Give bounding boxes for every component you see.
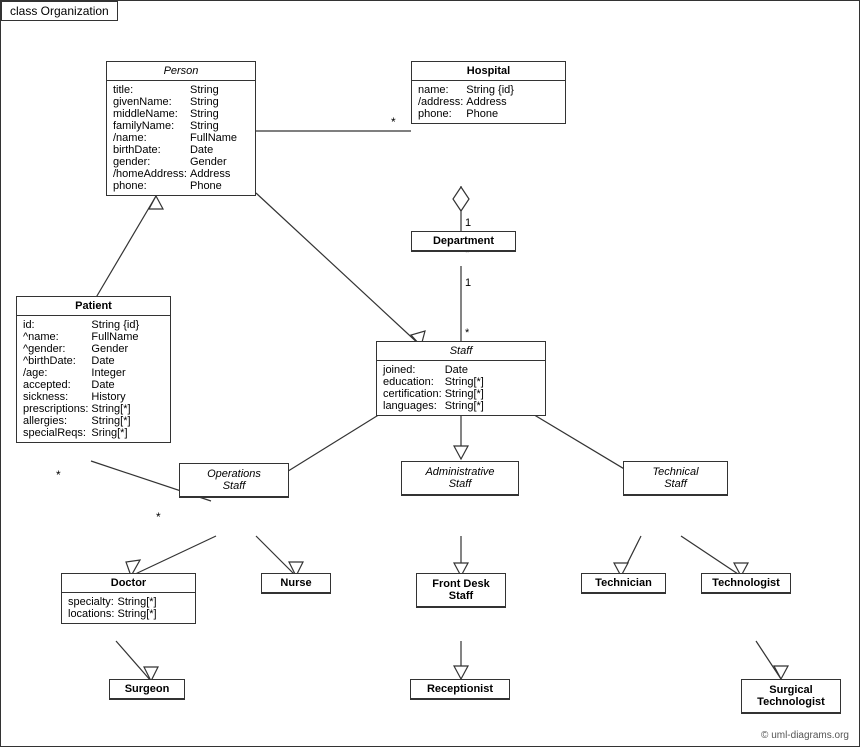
technologist-class: Technologist bbox=[701, 573, 791, 594]
technician-header: Technician bbox=[582, 574, 665, 593]
staff-body: joined:Date education:String[*] certific… bbox=[377, 361, 545, 415]
technician-class: Technician bbox=[581, 573, 666, 594]
technical-staff-class: TechnicalStaff bbox=[623, 461, 728, 496]
svg-text:*: * bbox=[391, 115, 396, 129]
svg-text:*: * bbox=[56, 468, 61, 482]
surgeon-class: Surgeon bbox=[109, 679, 185, 700]
front-desk-staff-header: Front DeskStaff bbox=[417, 574, 505, 607]
surgeon-header: Surgeon bbox=[110, 680, 184, 699]
hospital-class: Hospital name:String {id} /address:Addre… bbox=[411, 61, 566, 124]
staff-class: Staff joined:Date education:String[*] ce… bbox=[376, 341, 546, 416]
patient-class: Patient id:String {id} ^name:FullName ^g… bbox=[16, 296, 171, 443]
diagram-container: class Organization * * 1 * 1 * * * bbox=[0, 0, 860, 747]
svg-text:*: * bbox=[465, 327, 470, 339]
technologist-header: Technologist bbox=[702, 574, 790, 593]
svg-text:*: * bbox=[156, 510, 161, 524]
department-class: Department bbox=[411, 231, 516, 252]
copyright: © uml-diagrams.org bbox=[761, 730, 849, 741]
person-body: title:String givenName:String middleName… bbox=[107, 81, 255, 195]
doctor-class: Doctor specialty:String[*] locations:Str… bbox=[61, 573, 196, 624]
operations-staff-header: OperationsStaff bbox=[180, 464, 288, 497]
doctor-body: specialty:String[*] locations:String[*] bbox=[62, 593, 195, 623]
person-header: Person bbox=[107, 62, 255, 81]
nurse-header: Nurse bbox=[262, 574, 330, 593]
administrative-staff-class: AdministrativeStaff bbox=[401, 461, 519, 496]
operations-staff-class: OperationsStaff bbox=[179, 463, 289, 498]
department-header: Department bbox=[412, 232, 515, 251]
administrative-staff-header: AdministrativeStaff bbox=[402, 462, 518, 495]
doctor-header: Doctor bbox=[62, 574, 195, 593]
staff-header: Staff bbox=[377, 342, 545, 361]
person-class: Person title:String givenName:String mid… bbox=[106, 61, 256, 196]
patient-header: Patient bbox=[17, 297, 170, 316]
surgical-technologist-class: SurgicalTechnologist bbox=[741, 679, 841, 714]
receptionist-class: Receptionist bbox=[410, 679, 510, 700]
patient-body: id:String {id} ^name:FullName ^gender:Ge… bbox=[17, 316, 170, 442]
hospital-body: name:String {id} /address:Address phone:… bbox=[412, 81, 565, 123]
hospital-header: Hospital bbox=[412, 62, 565, 81]
front-desk-staff-class: Front DeskStaff bbox=[416, 573, 506, 608]
receptionist-header: Receptionist bbox=[411, 680, 509, 699]
surgical-technologist-header: SurgicalTechnologist bbox=[742, 680, 840, 713]
diagram-title: class Organization bbox=[1, 1, 118, 21]
svg-text:1: 1 bbox=[465, 277, 471, 289]
nurse-class: Nurse bbox=[261, 573, 331, 594]
technical-staff-header: TechnicalStaff bbox=[624, 462, 727, 495]
svg-text:1: 1 bbox=[465, 217, 471, 229]
